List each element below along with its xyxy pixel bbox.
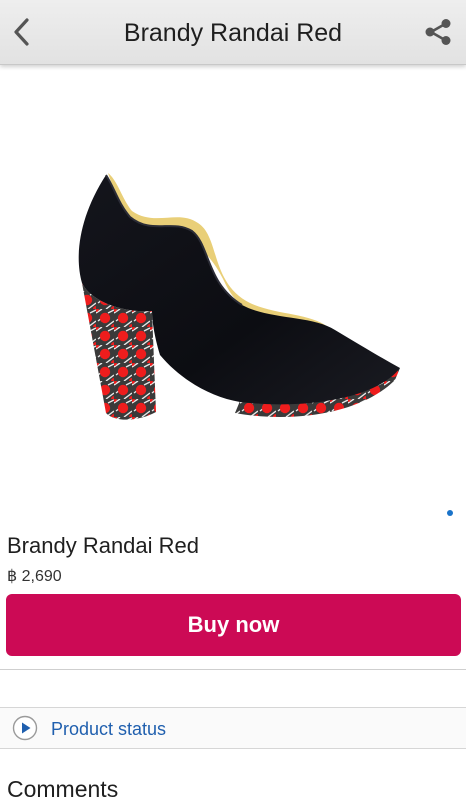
- back-button[interactable]: [0, 0, 44, 64]
- buy-now-button[interactable]: Buy now: [6, 594, 461, 656]
- carousel-page-indicator: [447, 510, 453, 516]
- app-bar: Brandy Randai Red: [0, 0, 466, 65]
- product-status-label: Product status: [51, 719, 167, 739]
- product-detail-screen: Brandy Randai Red Brandy Randai Red ฿ 2,…: [0, 0, 466, 800]
- play-circle-icon: [12, 715, 38, 741]
- product-name: Brandy Randai Red: [7, 533, 200, 558]
- comments-heading: Comments: [7, 776, 119, 800]
- product-price: ฿ 2,690: [7, 568, 62, 585]
- section-divider: [0, 669, 466, 670]
- page-title: Brandy Randai Red: [123, 19, 343, 47]
- chevron-left-icon: [14, 18, 29, 46]
- product-image-carousel[interactable]: [0, 65, 466, 525]
- product-image: [78, 173, 401, 420]
- share-icon: [425, 19, 451, 45]
- product-status-row[interactable]: Product status: [0, 707, 466, 749]
- share-button[interactable]: [416, 0, 460, 64]
